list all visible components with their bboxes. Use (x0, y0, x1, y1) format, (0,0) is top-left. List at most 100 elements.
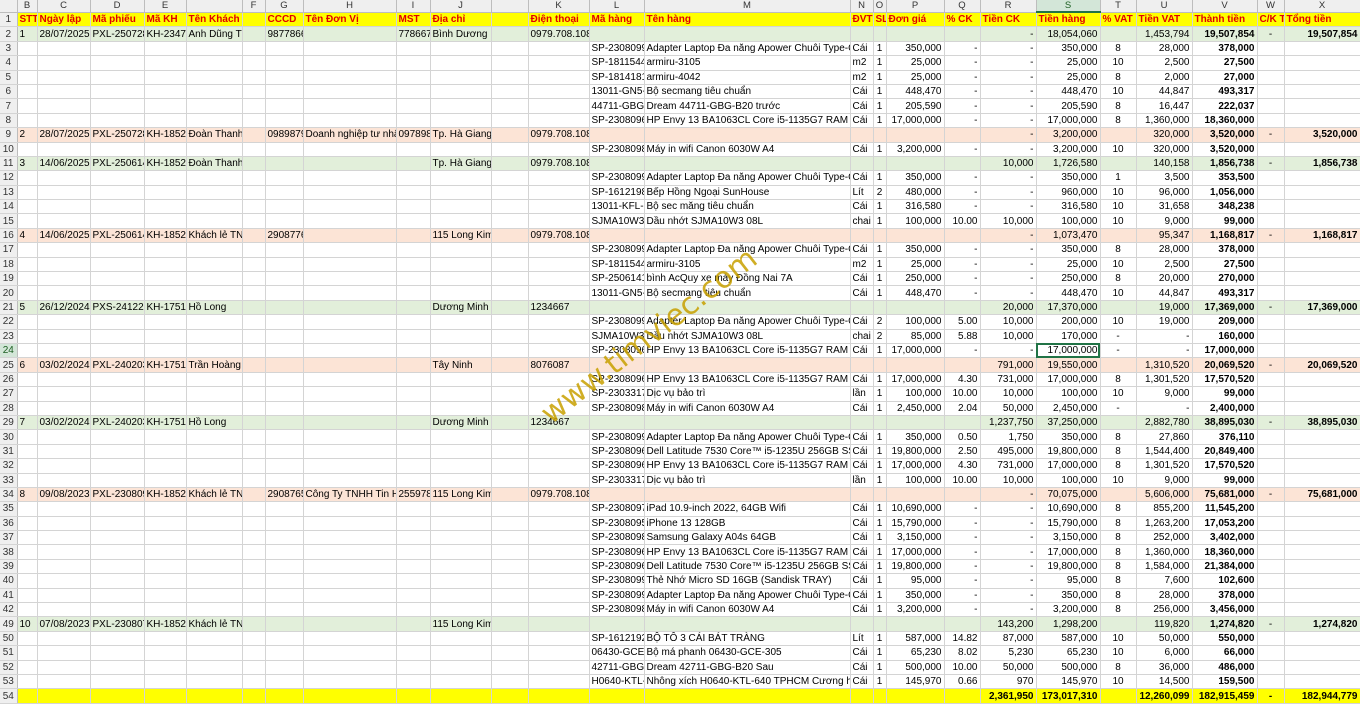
cell[interactable] (186, 429, 243, 445)
cell[interactable] (1284, 444, 1360, 460)
cell[interactable]: 19,507,854 (1284, 26, 1360, 42)
cell[interactable] (303, 343, 397, 359)
cell[interactable]: 140,158 (1136, 156, 1193, 172)
cell[interactable]: 102,600 (1192, 573, 1258, 589)
cell[interactable]: HP Envy 13 BA1063CL Core i5-1135G7 RAM 1… (644, 113, 851, 129)
cell[interactable]: 3,500 (1136, 170, 1193, 186)
cell[interactable] (90, 645, 145, 661)
cell[interactable] (242, 559, 266, 575)
cell[interactable] (17, 199, 38, 215)
cell[interactable]: Trần Hoàng (186, 357, 243, 373)
cell[interactable]: Đoàn Thanh Vân (186, 127, 243, 143)
cell[interactable] (644, 357, 851, 373)
cell[interactable] (265, 401, 304, 416)
cell[interactable] (186, 213, 243, 229)
cell[interactable] (491, 170, 529, 186)
row-number[interactable]: 53 (0, 674, 18, 690)
row-number[interactable]: 29 (0, 415, 18, 431)
cell[interactable] (37, 55, 91, 71)
cell[interactable]: 10 (1100, 199, 1137, 215)
cell[interactable] (430, 516, 492, 532)
cell[interactable]: 448,470 (1036, 84, 1101, 100)
cell[interactable] (1257, 444, 1285, 460)
cell[interactable]: 19,800,000 (1036, 559, 1101, 575)
cell[interactable] (303, 199, 397, 215)
cell[interactable]: Thẻ Nhớ Micro SD 16GB (Sandisk TRAY) (644, 573, 851, 589)
cell[interactable] (491, 70, 529, 85)
cell[interactable]: - (944, 544, 981, 560)
cell[interactable]: - (980, 588, 1037, 604)
cell[interactable] (144, 631, 187, 647)
cell[interactable] (396, 573, 431, 589)
cell[interactable]: 17,000,000 (1192, 343, 1258, 359)
cell[interactable] (90, 343, 145, 359)
cell[interactable] (90, 142, 145, 157)
cell[interactable] (303, 645, 397, 661)
cell[interactable]: 13011-GN5- (589, 285, 645, 301)
cell[interactable]: Dương Minh Châu (430, 300, 492, 316)
cell[interactable] (886, 357, 945, 373)
cell[interactable]: 10,690,000 (1036, 501, 1101, 517)
cell[interactable] (242, 113, 266, 129)
cell[interactable] (528, 343, 590, 359)
cell[interactable]: Dream 44711-GBG-B20 trước (644, 98, 851, 114)
cell[interactable] (265, 415, 304, 431)
cell[interactable] (430, 271, 492, 287)
cell[interactable]: 1,168,817 (1284, 228, 1360, 244)
cell[interactable] (37, 688, 91, 704)
cell[interactable] (242, 199, 266, 215)
cell[interactable] (396, 544, 431, 560)
cell[interactable]: 10 (1100, 645, 1137, 661)
cell[interactable] (430, 530, 492, 546)
cell[interactable] (265, 113, 304, 129)
cell[interactable]: 550,000 (1192, 631, 1258, 647)
cell[interactable]: Tây Ninh (430, 357, 492, 373)
cell[interactable] (90, 329, 145, 344)
cell[interactable]: SP-23080990 (589, 429, 645, 445)
cell[interactable] (491, 55, 529, 71)
column-header[interactable]: D (90, 0, 145, 13)
cell[interactable]: 17,000,000 (886, 113, 945, 129)
cell[interactable] (144, 170, 187, 186)
cell[interactable] (265, 170, 304, 186)
cell[interactable]: 350,000 (1036, 170, 1101, 186)
cell[interactable]: 75,681,000 (1284, 487, 1360, 503)
cell[interactable] (186, 530, 243, 546)
cell[interactable]: 28/07/2025 (37, 26, 91, 42)
cell[interactable] (242, 98, 266, 114)
cell[interactable]: 2.04 (944, 401, 981, 416)
cell[interactable]: Cái (850, 343, 874, 359)
cell[interactable]: 99,000 (1192, 473, 1258, 488)
cell[interactable] (37, 199, 91, 215)
cell[interactable]: m2 (850, 70, 874, 85)
cell[interactable]: 17,000,000 (1036, 372, 1101, 388)
cell[interactable] (144, 458, 187, 474)
cell[interactable] (242, 429, 266, 445)
row-number[interactable]: 41 (0, 588, 18, 604)
cell[interactable] (37, 257, 91, 273)
cell[interactable] (265, 674, 304, 690)
cell[interactable] (491, 113, 529, 129)
cell[interactable] (528, 602, 590, 618)
cell[interactable] (1257, 41, 1285, 57)
cell[interactable]: 37,250,000 (1036, 415, 1101, 431)
row-number[interactable]: 32 (0, 458, 18, 474)
cell[interactable]: 3,200,000 (1036, 602, 1101, 618)
cell[interactable] (528, 185, 590, 201)
cell[interactable] (944, 127, 981, 143)
cell[interactable] (303, 372, 397, 388)
cell[interactable]: lần (850, 473, 874, 488)
cell[interactable]: 50,000 (980, 660, 1037, 675)
cell[interactable]: 1 (873, 41, 887, 57)
cell[interactable] (396, 401, 431, 416)
cell[interactable]: 3,402,000 (1192, 530, 1258, 546)
cell[interactable] (37, 329, 91, 344)
cell[interactable]: - (944, 573, 981, 589)
cell[interactable] (491, 415, 529, 431)
cell[interactable] (1284, 458, 1360, 474)
cell[interactable] (303, 271, 397, 287)
cell[interactable]: 95,000 (886, 573, 945, 589)
cell[interactable]: 4.30 (944, 458, 981, 474)
cell[interactable] (265, 142, 304, 157)
cell[interactable]: 2,500 (1136, 55, 1193, 71)
